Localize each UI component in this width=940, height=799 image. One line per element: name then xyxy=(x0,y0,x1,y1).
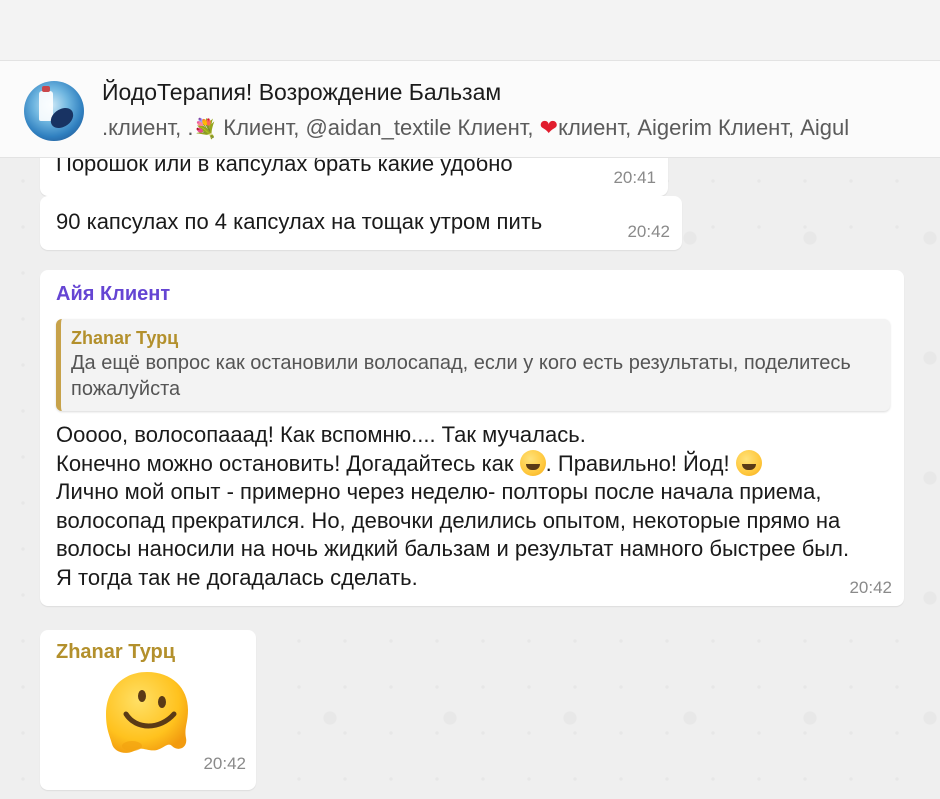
message-time: 20:42 xyxy=(849,578,892,597)
grinning-face-icon xyxy=(519,449,546,476)
chat-title[interactable]: ЙодоТерапия! Возрождение Бальзам xyxy=(102,79,501,106)
message-text: Ооооо, волосопааад! Как вспомню.... Так … xyxy=(56,421,856,592)
message-text: 90 капсулах по 4 капсулах на тощак утром… xyxy=(56,209,543,234)
message-bubble[interactable]: Zhanar Турц 20:42 xyxy=(40,630,256,790)
members-text: .клиент, . xyxy=(102,115,194,140)
message-time: 20:42 xyxy=(203,754,246,773)
melting-face-icon[interactable] xyxy=(102,668,192,754)
message-line: . Правильно! Йод! xyxy=(545,450,736,476)
message-bubble[interactable]: 90 капсулах по 4 капсулах на тощак утром… xyxy=(40,196,682,250)
grinning-sweat-face-icon xyxy=(735,449,762,476)
window-top-bar xyxy=(0,0,940,60)
message-bubble[interactable]: Порошок или в капсулах брать какие удобн… xyxy=(40,158,668,196)
members-text: Клиент, @aidan_textile Клиент, xyxy=(217,115,540,140)
chat-header[interactable]: ЙодоТерапия! Возрождение Бальзам .клиент… xyxy=(0,60,940,158)
group-avatar[interactable] xyxy=(24,81,84,141)
bouquet-icon: 💐 xyxy=(193,119,218,140)
sender-name[interactable]: Zhanar Турц xyxy=(56,641,175,664)
message-bubble[interactable]: Айя Клиент Zhanar Турц Да ещё вопрос как… xyxy=(40,270,904,606)
message-list[interactable]: Порошок или в капсулах брать какие удобн… xyxy=(0,158,940,799)
chat-members[interactable]: .клиент, .💐 Клиент, @aidan_textile Клиен… xyxy=(102,115,849,141)
message-line: Лично мой опыт - примерно через неделю- … xyxy=(56,479,850,590)
message-line: Конечно можно остановить! Догадайтесь ка… xyxy=(56,450,520,476)
heart-icon: ❤ xyxy=(539,115,559,140)
quoted-message[interactable]: Zhanar Турц Да ещё вопрос как остановили… xyxy=(56,319,890,411)
message-time: 20:41 xyxy=(613,168,656,187)
message-line: Ооооо, волосопааад! Как вспомню.... Так … xyxy=(56,422,586,447)
quote-text: Да ещё вопрос как остановили волосапад, … xyxy=(71,352,851,400)
message-time: 20:42 xyxy=(627,222,670,241)
quote-author: Zhanar Турц xyxy=(71,328,179,348)
sender-name[interactable]: Айя Клиент xyxy=(56,283,170,306)
message-text: Порошок или в капсулах брать какие удобн… xyxy=(56,158,513,176)
members-text: клиент, Aigerim Клиент, Aigul xyxy=(558,115,850,140)
